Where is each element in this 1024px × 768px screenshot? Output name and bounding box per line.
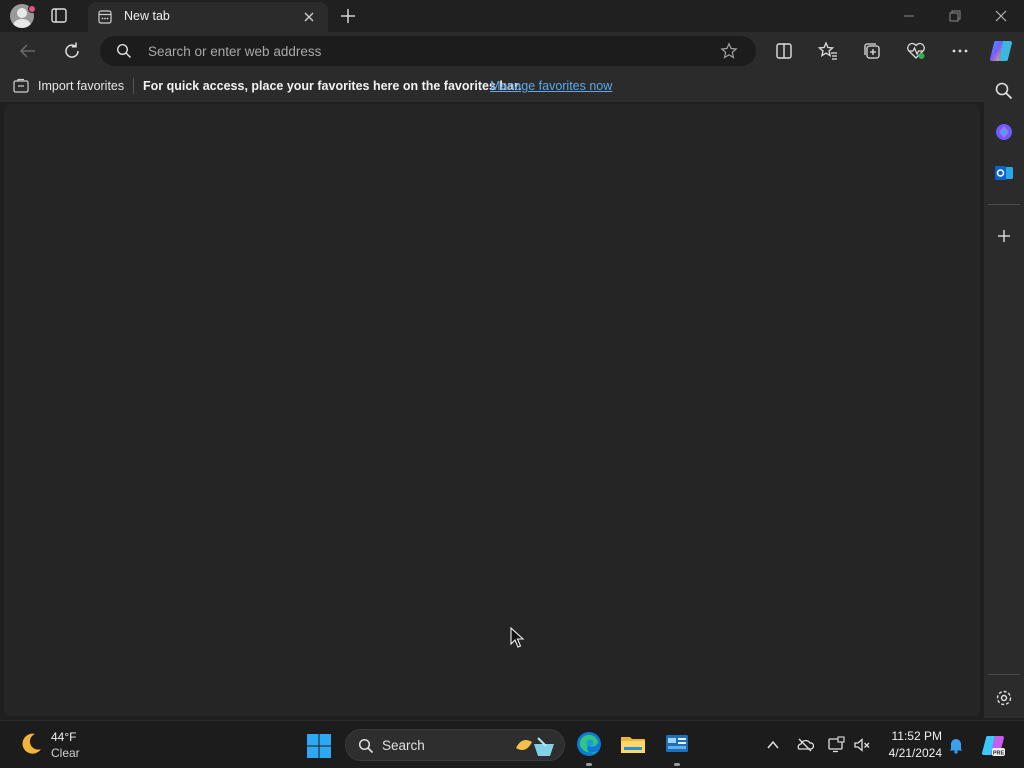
minimize-button[interactable] bbox=[886, 0, 932, 32]
sidebar-divider-bottom bbox=[988, 674, 1020, 675]
moon-icon[interactable] bbox=[18, 731, 44, 757]
sidebar-divider bbox=[988, 204, 1020, 205]
refresh-icon[interactable] bbox=[61, 40, 83, 62]
new-tab-button[interactable] bbox=[338, 6, 358, 26]
display-icon[interactable] bbox=[827, 736, 845, 754]
navigation-toolbar bbox=[0, 32, 1024, 70]
title-bar: New tab bbox=[0, 0, 1024, 32]
address-bar[interactable] bbox=[100, 36, 756, 66]
favorites-icon[interactable] bbox=[817, 40, 839, 62]
page-content[interactable] bbox=[4, 104, 980, 716]
restore-button[interactable] bbox=[932, 0, 978, 32]
collections-icon[interactable] bbox=[861, 40, 883, 62]
weather-temperature[interactable]: 44°F bbox=[51, 730, 76, 744]
svg-text:PRE: PRE bbox=[993, 751, 1005, 757]
edge-running-indicator bbox=[586, 763, 592, 766]
onedrive-icon[interactable] bbox=[796, 736, 814, 754]
copilot-icon[interactable] bbox=[988, 38, 1014, 64]
favorites-bar: Import favorites For quick access, place… bbox=[0, 70, 984, 102]
new-tab-page-icon bbox=[98, 10, 112, 24]
import-favorites-icon bbox=[13, 78, 29, 93]
address-input[interactable] bbox=[148, 42, 708, 60]
more-options-icon[interactable] bbox=[949, 40, 971, 62]
edge-sidebar bbox=[984, 70, 1024, 718]
import-favorites-button[interactable]: Import favorites bbox=[12, 77, 124, 95]
clock-date[interactable]: 4/21/2024 bbox=[876, 746, 942, 760]
weather-condition[interactable]: Clear bbox=[51, 746, 80, 760]
copilot-pre-icon[interactable]: PRE bbox=[980, 733, 1006, 759]
tab-title: New tab bbox=[124, 9, 170, 23]
mouse-cursor-icon bbox=[510, 627, 525, 648]
split-screen-icon[interactable] bbox=[773, 40, 795, 62]
search-icon[interactable] bbox=[993, 80, 1015, 102]
notification-bell-icon[interactable] bbox=[947, 736, 965, 754]
clock-time[interactable]: 11:52 PM bbox=[880, 729, 942, 743]
close-tab-icon[interactable] bbox=[302, 10, 316, 24]
edge-icon[interactable] bbox=[575, 730, 603, 758]
taskbar-search-box[interactable]: Search bbox=[345, 729, 565, 761]
outlook-icon[interactable] bbox=[993, 162, 1015, 184]
favorites-divider bbox=[133, 78, 134, 94]
file-explorer-icon[interactable] bbox=[619, 730, 647, 758]
search-highlight-icon bbox=[516, 737, 554, 756]
search-icon bbox=[116, 43, 132, 59]
favorites-message: For quick access, place your favorites h… bbox=[143, 79, 522, 93]
tab-new-tab[interactable]: New tab bbox=[88, 2, 328, 32]
tab-actions-icon[interactable] bbox=[48, 6, 70, 26]
volume-muted-icon[interactable] bbox=[853, 736, 871, 754]
back-arrow-icon[interactable] bbox=[17, 40, 39, 62]
import-favorites-label: Import favorites bbox=[38, 79, 125, 93]
windows-start-icon[interactable] bbox=[306, 733, 332, 759]
browser-essentials-icon[interactable] bbox=[905, 40, 927, 62]
taskbar-search-label: Search bbox=[382, 738, 425, 753]
control-panel-running-indicator bbox=[674, 763, 680, 766]
chevron-up-icon[interactable] bbox=[764, 736, 782, 754]
add-icon[interactable] bbox=[993, 225, 1015, 247]
control-panel-icon[interactable] bbox=[663, 730, 691, 758]
close-window-button[interactable] bbox=[978, 0, 1024, 32]
settings-icon[interactable] bbox=[993, 687, 1015, 709]
manage-favorites-link[interactable]: Manage favorites now bbox=[490, 79, 612, 93]
copilot-icon[interactable] bbox=[993, 121, 1015, 143]
add-favorite-star-icon[interactable] bbox=[720, 42, 738, 60]
search-icon bbox=[358, 738, 374, 754]
profile-notification-dot bbox=[28, 5, 36, 13]
taskbar: 44°F Clear Search 11:52 PM 4/21/2024 PRE bbox=[0, 720, 1024, 768]
